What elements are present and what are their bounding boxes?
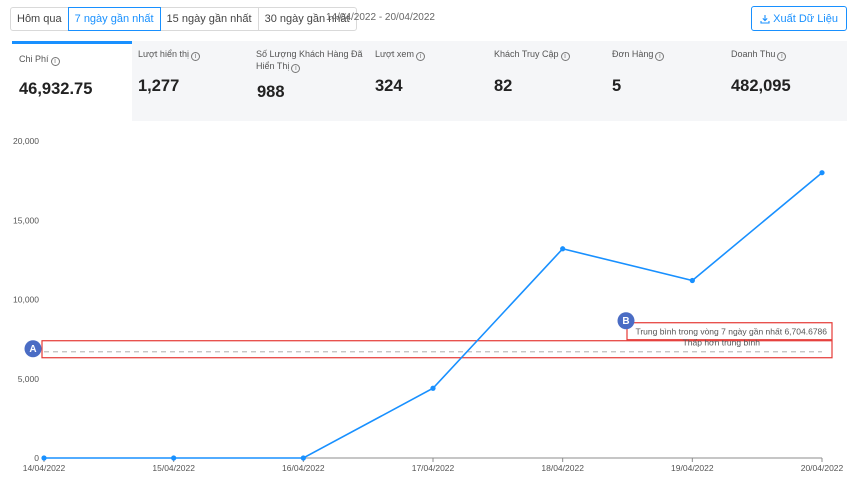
metric-orders-label: Đơn Hàng bbox=[612, 49, 654, 59]
date-filter-group: Hôm qua 7 ngày gần nhất 15 ngày gần nhất… bbox=[10, 6, 357, 31]
metrics-bar: Chi Phí i 46,932.75 Lượt hiển thị i 1,277 … bbox=[12, 41, 847, 121]
data-point bbox=[560, 246, 566, 252]
y-tick-label: 5,000 bbox=[18, 374, 40, 384]
x-tick-label: 19/04/2022 bbox=[671, 463, 714, 473]
x-tick-label: 16/04/2022 bbox=[282, 463, 325, 473]
y-tick-label: 15,000 bbox=[13, 215, 39, 225]
metric-visitors-value: 82 bbox=[494, 77, 513, 95]
metric-revenue[interactable]: Doanh Thu i 482,095 bbox=[724, 41, 847, 121]
marker-b: B bbox=[617, 312, 635, 330]
data-points bbox=[41, 170, 825, 461]
date-filter-toolbar: Hôm qua 7 ngày gần nhất 15 ngày gần nhất… bbox=[10, 6, 357, 31]
data-point bbox=[689, 277, 695, 284]
info-icon: i bbox=[190, 52, 200, 61]
export-data-button[interactable]: Xuất Dữ Liệu bbox=[751, 6, 847, 31]
average-line-label: Trung bình trong vòng 7 ngày gần nhất 6,… bbox=[635, 327, 827, 337]
metric-cost[interactable]: Chi Phí i 46,932.75 bbox=[12, 41, 132, 121]
metric-impressions[interactable]: Lượt hiển thị i 1,277 bbox=[132, 41, 250, 121]
metric-revenue-value: 482,095 bbox=[731, 77, 791, 95]
metric-customers-shown-label-line2: Hiển Thị bbox=[256, 61, 290, 71]
y-axis-labels: 0 5,000 10,000 15,000 20,000 bbox=[13, 136, 39, 463]
filter-7-days-button[interactable]: 7 ngày gần nhất bbox=[67, 6, 161, 31]
metric-customers-shown-value: 988 bbox=[257, 83, 285, 101]
x-tick-label: 20/04/2022 bbox=[801, 463, 844, 473]
metric-views-value: 324 bbox=[375, 77, 403, 95]
metric-visitors-label: Khách Truy Cập bbox=[494, 49, 559, 59]
x-tick-label: 14/04/2022 bbox=[23, 463, 66, 473]
filter-15-days-button[interactable]: 15 ngày gần nhất bbox=[159, 6, 259, 31]
export-data-label: Xuất Dữ Liệu bbox=[773, 12, 838, 25]
x-tick-label: 17/04/2022 bbox=[412, 463, 455, 473]
x-tick-label: 15/04/2022 bbox=[152, 463, 195, 473]
cost-line-chart: 0 5,000 10,000 15,000 20,000 14/04/2022 15/04… bbox=[13, 136, 844, 473]
data-point bbox=[171, 455, 177, 461]
info-icon: i bbox=[415, 52, 425, 61]
marker-a: A bbox=[24, 340, 42, 358]
metric-cost-label: Chi Phí bbox=[19, 54, 49, 64]
data-point bbox=[430, 385, 436, 391]
metric-customers-shown-label-line1: Số Lượng Khách Hàng Đã bbox=[256, 49, 363, 59]
marker-a-label: A bbox=[29, 344, 36, 355]
x-axis-labels: 14/04/2022 15/04/2022 16/04/2022 17/04/2022… bbox=[23, 458, 844, 473]
y-tick-label: 20,000 bbox=[13, 136, 39, 146]
metric-visitors[interactable]: Khách Truy Cập i 82 bbox=[488, 41, 606, 121]
y-tick-label: 10,000 bbox=[13, 295, 39, 305]
metric-impressions-value: 1,277 bbox=[138, 77, 180, 95]
metric-revenue-label: Doanh Thu bbox=[731, 49, 776, 59]
info-icon: i bbox=[560, 52, 570, 61]
metric-views-label: Lượt xem bbox=[375, 49, 414, 59]
x-tick-label: 18/04/2022 bbox=[541, 463, 584, 473]
metric-impressions-label: Lượt hiển thị bbox=[138, 49, 189, 59]
info-icon: i bbox=[50, 57, 60, 66]
metric-views[interactable]: Lượt xem i 324 bbox=[370, 41, 488, 121]
below-average-label: Thấp hơn trung bình bbox=[683, 338, 761, 348]
filter-yesterday-button[interactable]: Hôm qua bbox=[10, 6, 69, 31]
info-icon: i bbox=[655, 52, 665, 61]
y-tick-label: 0 bbox=[34, 453, 39, 463]
metric-cost-value: 46,932.75 bbox=[19, 80, 93, 98]
metric-customers-shown[interactable]: Số Lượng Khách Hàng Đã Hiển Thị i 988 bbox=[250, 41, 370, 121]
metric-orders[interactable]: Đơn Hàng i 5 bbox=[606, 41, 724, 121]
series-line-cost bbox=[44, 172, 823, 459]
marker-b-label: B bbox=[622, 316, 629, 327]
metric-orders-value: 5 bbox=[612, 77, 622, 95]
data-point bbox=[300, 455, 306, 461]
info-icon: i bbox=[291, 64, 301, 73]
data-point bbox=[41, 455, 47, 461]
download-icon bbox=[760, 14, 770, 24]
data-point bbox=[819, 170, 825, 176]
info-icon: i bbox=[777, 52, 787, 61]
date-range-text: 14/04/2022 - 20/04/2022 bbox=[326, 12, 435, 23]
